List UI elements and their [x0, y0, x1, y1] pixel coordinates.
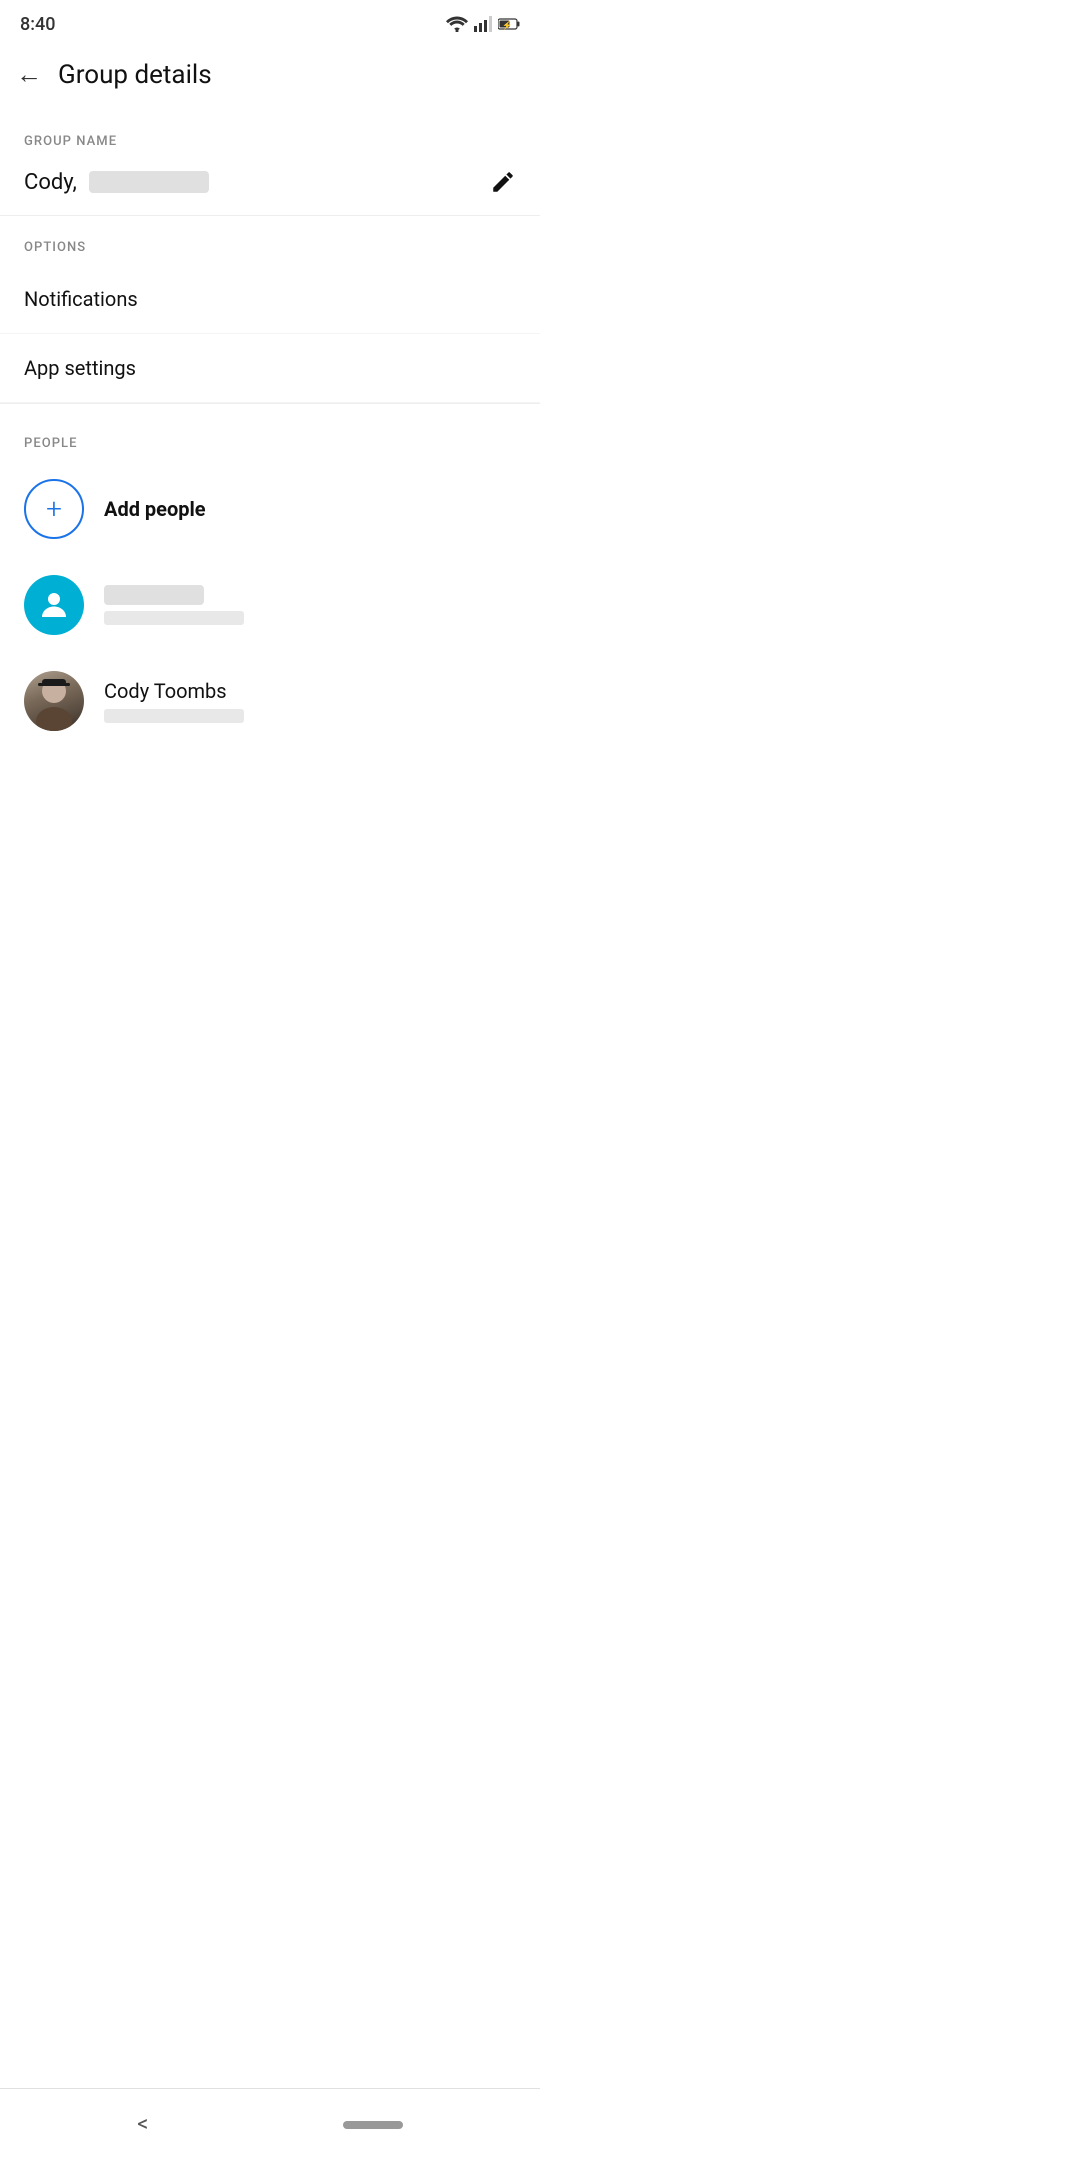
- add-people-avatar: +: [24, 479, 84, 539]
- person-avatar-teal: [24, 575, 84, 635]
- signal-icon: [474, 16, 492, 32]
- status-bar: 8:40 ⚡: [0, 0, 540, 44]
- edit-icon[interactable]: [490, 169, 516, 195]
- top-bar: ← Group details: [0, 44, 540, 110]
- people-section-label: PEOPLE: [0, 412, 540, 461]
- person-row-teal[interactable]: [0, 557, 540, 653]
- battery-icon: ⚡: [498, 18, 520, 30]
- nav-home-pill[interactable]: [343, 2121, 403, 2129]
- people-section: PEOPLE + Add people: [0, 412, 540, 749]
- status-time: 8:40: [20, 14, 55, 35]
- divider-2: [0, 403, 540, 404]
- wifi-icon: [446, 16, 468, 32]
- options-section-label: OPTIONS: [0, 216, 540, 265]
- group-name-text: Cody,: [24, 170, 209, 195]
- person-name-cody: Cody Toombs: [104, 679, 244, 703]
- group-name-prefix: Cody,: [24, 170, 77, 195]
- group-name-row: Cody,: [0, 159, 540, 215]
- person-avatar-cody: [24, 671, 84, 731]
- person-sub-cody: [104, 709, 244, 723]
- person-name-redacted-1: [104, 585, 204, 605]
- group-name-redacted: [89, 171, 209, 193]
- plus-icon: +: [46, 495, 62, 523]
- add-people-label: Add people: [104, 497, 206, 521]
- group-name-section-label: GROUP NAME: [0, 110, 540, 159]
- person-row-cody[interactable]: Cody Toombs: [0, 653, 540, 749]
- nav-back-button[interactable]: <: [137, 2112, 148, 2137]
- cody-avatar-svg: [24, 671, 84, 731]
- app-settings-option[interactable]: App settings: [0, 334, 540, 403]
- add-people-row[interactable]: + Add people: [0, 461, 540, 557]
- status-icons: ⚡: [446, 16, 520, 32]
- notifications-option[interactable]: Notifications: [0, 265, 540, 334]
- back-button[interactable]: ←: [16, 62, 42, 88]
- person-icon: [36, 587, 72, 623]
- bottom-nav: <: [0, 2088, 540, 2160]
- svg-text:⚡: ⚡: [502, 20, 512, 30]
- person-sub-redacted-1: [104, 611, 244, 625]
- page-title: Group details: [58, 60, 212, 90]
